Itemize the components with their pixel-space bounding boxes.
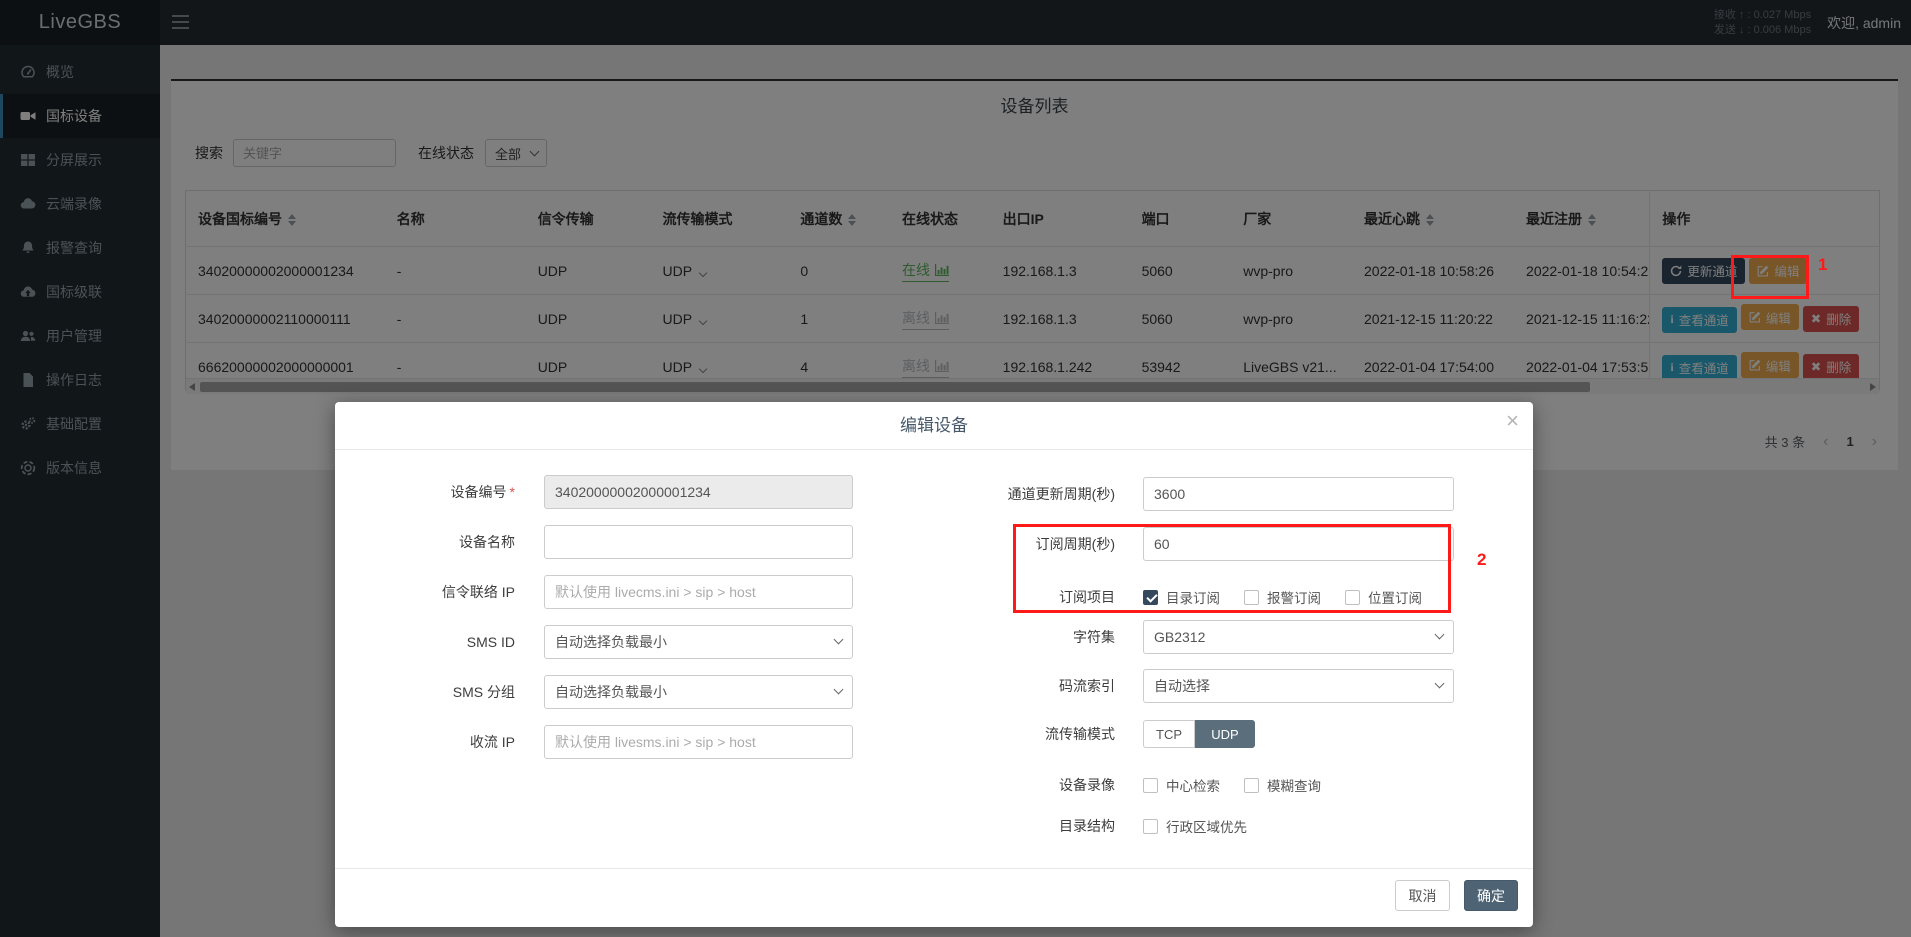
alarm-subscribe-option[interactable]: 报警订阅	[1244, 587, 1321, 607]
udp-option-selected[interactable]: UDP	[1195, 720, 1255, 748]
form-row-recv-ip: 收流 IP	[335, 725, 895, 759]
cancel-button[interactable]: 取消	[1395, 880, 1450, 911]
modal-header: 编辑设备 ×	[335, 402, 1533, 450]
admin-region-first-option[interactable]: 行政区域优先	[1143, 816, 1247, 836]
checkbox-icon[interactable]	[1143, 819, 1158, 834]
subscribe-period-field[interactable]	[1143, 527, 1454, 561]
form-row-charset: 字符集 GB2312	[895, 620, 1533, 654]
sms-group-select[interactable]: 自动选择负载最小	[544, 675, 853, 709]
catalog-subscribe-option[interactable]: 目录订阅	[1143, 587, 1220, 607]
checkbox-icon[interactable]	[1244, 778, 1259, 793]
fuzzy-query-option[interactable]: 模糊查询	[1244, 775, 1321, 795]
channel-refresh-label: 通道更新周期(秒)	[895, 484, 1115, 504]
checkbox-icon[interactable]	[1244, 590, 1259, 605]
channel-refresh-field[interactable]	[1143, 477, 1454, 511]
device-record-label: 设备录像	[895, 775, 1115, 795]
livegbs-app: LiveGBS 接收 ↑ : 0.027 Mbps 发送 ↓ : 0.006 M…	[0, 0, 1911, 937]
stream-index-select[interactable]: 自动选择	[1143, 669, 1454, 703]
edit-device-modal: 编辑设备 × 设备编号* 设备名称 信令联络 IP SMS ID	[335, 402, 1533, 927]
device-id-field	[544, 475, 853, 509]
form-row-stream-mode: 流传输模式 TCP UDP	[895, 720, 1533, 748]
device-name-field[interactable]	[544, 525, 853, 559]
form-row-dir-struct: 目录结构 行政区域优先	[895, 816, 1533, 836]
modal-title: 编辑设备	[335, 402, 1533, 450]
confirm-button[interactable]: 确定	[1464, 880, 1518, 911]
charset-label: 字符集	[895, 627, 1115, 647]
form-row-subscribe-items: 订阅项目 目录订阅 报警订阅 位置订阅	[895, 587, 1533, 607]
record-options: 中心检索 模糊查询	[1143, 775, 1345, 795]
signal-ip-field[interactable]	[544, 575, 853, 609]
sms-group-value: 自动选择负载最小	[555, 682, 667, 702]
recv-ip-label: 收流 IP	[335, 732, 515, 752]
device-id-label: 设备编号*	[335, 482, 515, 502]
stream-mode-label: 流传输模式	[895, 724, 1115, 744]
chevron-down-icon	[834, 685, 844, 695]
modal-body: 设备编号* 设备名称 信令联络 IP SMS ID 自动选择负载最小 SMS 分…	[335, 450, 1533, 820]
close-icon[interactable]: ×	[1506, 410, 1519, 432]
subscribe-period-label: 订阅周期(秒)	[895, 534, 1115, 554]
recv-ip-field[interactable]	[544, 725, 853, 759]
center-search-option[interactable]: 中心检索	[1143, 775, 1220, 795]
checkbox-checked-icon[interactable]	[1143, 590, 1158, 605]
form-row-sms-group: SMS 分组 自动选择负载最小	[335, 675, 895, 709]
subscribe-options: 目录订阅 报警订阅 位置订阅	[1143, 587, 1446, 607]
signal-ip-label: 信令联络 IP	[335, 582, 515, 602]
sms-group-label: SMS 分组	[335, 682, 515, 702]
form-row-signal-ip: 信令联络 IP	[335, 575, 895, 609]
checkbox-icon[interactable]	[1345, 590, 1360, 605]
device-name-label: 设备名称	[335, 532, 515, 552]
stream-mode-toggle: TCP UDP	[1143, 720, 1255, 748]
dir-struct-label: 目录结构	[895, 816, 1115, 836]
stream-index-label: 码流索引	[895, 676, 1115, 696]
form-row-channel-refresh: 通道更新周期(秒)	[895, 477, 1533, 511]
chevron-down-icon	[834, 635, 844, 645]
form-right-column: 通道更新周期(秒) 订阅周期(秒) 订阅项目 目录订阅 报警订阅 位置订阅	[895, 450, 1533, 836]
sms-id-value: 自动选择负载最小	[555, 632, 667, 652]
dir-struct-options: 行政区域优先	[1143, 816, 1271, 836]
tcp-option[interactable]: TCP	[1143, 720, 1195, 748]
subscribe-items-label: 订阅项目	[895, 587, 1115, 607]
chevron-down-icon	[1435, 630, 1445, 640]
modal-footer: 取消 确定	[335, 868, 1533, 927]
chevron-down-icon	[1435, 679, 1445, 689]
checkbox-icon[interactable]	[1143, 778, 1158, 793]
required-asterisk: *	[510, 484, 515, 500]
form-row-device-record: 设备录像 中心检索 模糊查询	[895, 775, 1533, 795]
charset-value: GB2312	[1154, 629, 1205, 645]
charset-select[interactable]: GB2312	[1143, 620, 1454, 654]
sms-id-select[interactable]: 自动选择负载最小	[544, 625, 853, 659]
form-row-device-name: 设备名称	[335, 525, 895, 559]
sms-id-label: SMS ID	[335, 634, 515, 650]
form-row-stream-index: 码流索引 自动选择	[895, 669, 1533, 703]
stream-index-value: 自动选择	[1154, 676, 1210, 696]
position-subscribe-option[interactable]: 位置订阅	[1345, 587, 1422, 607]
form-row-device-id: 设备编号*	[335, 475, 895, 509]
form-row-sms-id: SMS ID 自动选择负载最小	[335, 625, 895, 659]
form-left-column: 设备编号* 设备名称 信令联络 IP SMS ID 自动选择负载最小 SMS 分…	[335, 450, 895, 775]
form-row-subscribe-period: 订阅周期(秒)	[895, 527, 1533, 561]
